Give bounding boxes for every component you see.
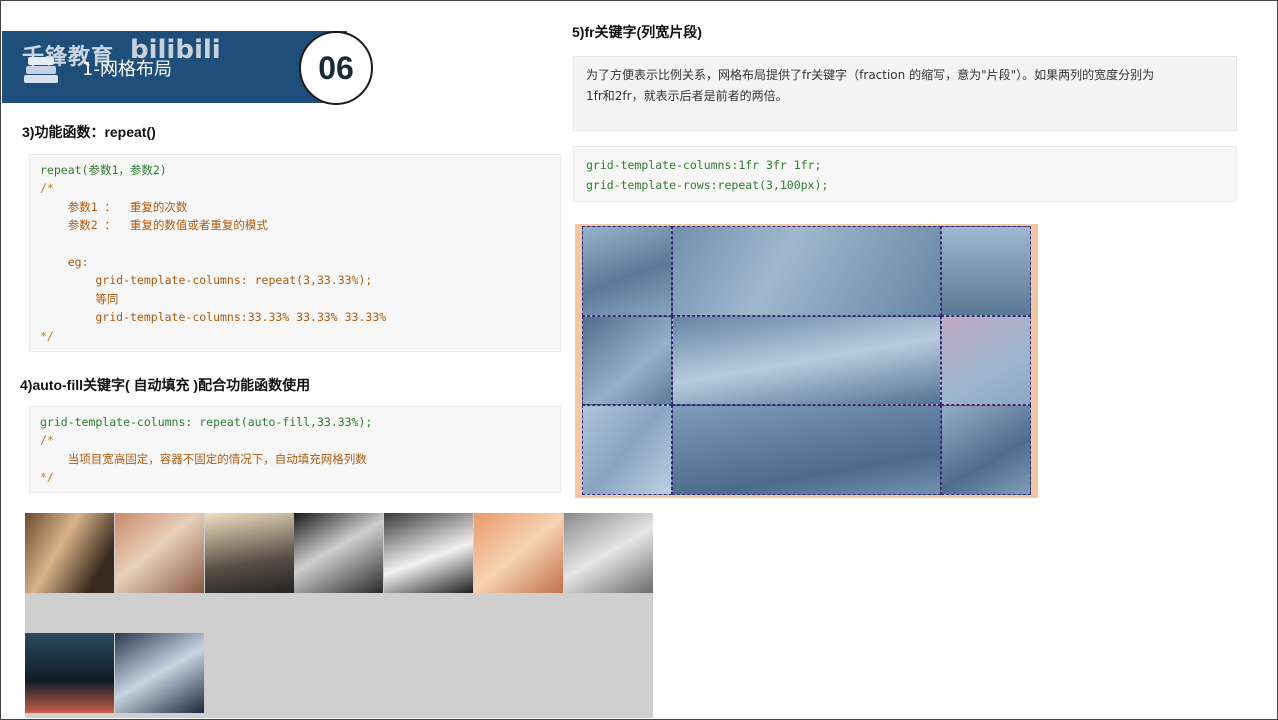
grid-photo: [671, 405, 942, 495]
lesson-title: 1-网格布局: [82, 59, 172, 80]
thumbnail-photo: [474, 513, 563, 593]
grid-photo: [582, 315, 672, 406]
thumbnail-photo: [115, 513, 204, 593]
fr-grid-demo: [575, 224, 1038, 498]
code-line: 当项目宽高固定，容器不固定的情况下，自动填充网格列数: [40, 451, 367, 466]
code-line: grid-template-columns: repeat(3,33.33%);: [40, 273, 373, 288]
code-line: /*: [40, 181, 54, 196]
thumbnail-photo: [384, 513, 473, 593]
thumbnail-photo: [205, 513, 294, 593]
thumbnail-photo: [25, 633, 114, 713]
grid-photo: [671, 315, 942, 406]
code-line: grid-template-columns: repeat(auto-fill,…: [40, 415, 373, 429]
thumbnail-photo: [564, 513, 653, 593]
code-line: /*: [40, 433, 54, 448]
code-line: */: [40, 470, 54, 485]
code-line: grid-template-columns:1fr 3fr 1fr;: [586, 158, 822, 172]
grid-photo: [582, 405, 672, 495]
code-line: repeat(参数1，参数2): [40, 163, 167, 177]
auto-fill-demo: [25, 513, 653, 718]
auto-fill-code-block: grid-template-columns: repeat(auto-fill,…: [29, 406, 561, 493]
grid-photo: [941, 226, 1031, 316]
code-line: 参数1 ： 重复的次数: [40, 199, 188, 214]
repeat-code-block: repeat(参数1，参数2) /* 参数1 ： 重复的次数 参数2 ： 重复的数…: [29, 154, 561, 352]
section4-heading: 4)auto-fill关键字( 自动填充 )配合功能函数使用: [20, 377, 311, 393]
code-line: 等同: [40, 291, 119, 306]
grid-photo: [941, 405, 1031, 495]
header-banner: 千锋教育 bilibili 1-网格布局: [2, 31, 347, 103]
code-line: 参数2 ： 重复的数值或者重复的模式: [40, 218, 268, 233]
code-line: grid-template-rows:repeat(3,100px);: [586, 178, 829, 192]
fr-explanation-note: 为了方便表示比例关系，网格布局提供了fr关键字（fraction 的缩写，意为"…: [573, 56, 1237, 131]
grid-photo: [941, 315, 1031, 406]
note-line-1: 为了方便表示比例关系，网格布局提供了fr关键字（fraction 的缩写，意为"…: [586, 68, 1155, 82]
thumbnail-photo: [25, 513, 114, 593]
section3-heading: 3)功能函数：repeat(): [22, 124, 156, 140]
grid-photo: [671, 226, 942, 316]
note-line-2: 1fr和2fr，就表示后者是前者的两倍。: [586, 89, 788, 103]
code-line: eg:: [40, 255, 89, 270]
code-line: grid-template-columns:33.33% 33.33% 33.3…: [40, 310, 387, 325]
section5-heading: 5)fr关键字(列宽片段): [572, 24, 702, 40]
grid-photo: [582, 226, 672, 316]
lesson-number-badge: 06: [299, 31, 373, 105]
thumbnail-photo: [115, 633, 204, 713]
fr-code-block: grid-template-columns:1fr 3fr 1fr; grid-t…: [573, 146, 1237, 202]
thumbnail-photo: [294, 513, 383, 593]
code-line: */: [40, 328, 54, 343]
